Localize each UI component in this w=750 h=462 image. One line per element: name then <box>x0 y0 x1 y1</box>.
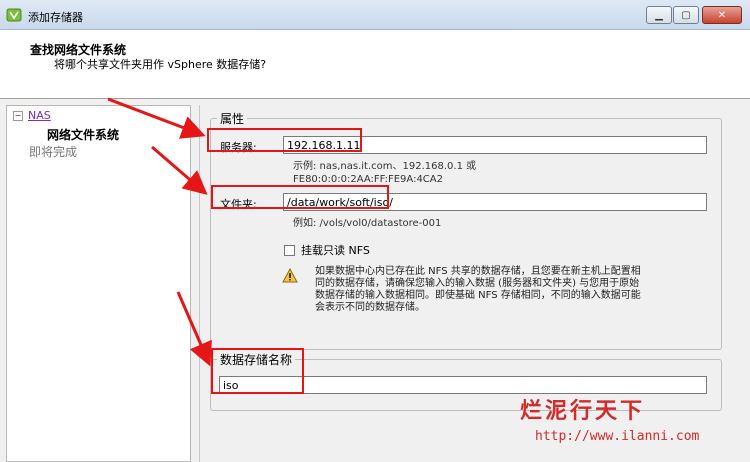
server-input[interactable]: 192.168.1.11 <box>283 136 707 154</box>
warning-line-1: 如果数据中心内已存在此 NFS 共享的数据存储，且您要在新主机上配置相 <box>315 266 641 277</box>
server-label: 服务器: <box>220 141 257 154</box>
properties-legend: 属性 <box>217 110 248 127</box>
watermark-url: http://www.ilanni.com <box>535 429 700 444</box>
wizard-steps: − NAS 网络文件系统 即将完成 <box>6 105 191 462</box>
maximize-button[interactable]: ▢ <box>673 6 699 24</box>
step-ready: 即将完成 <box>29 145 78 159</box>
readonly-label: 挂载只读 NFS <box>301 244 370 257</box>
window-title: 添加存储器 <box>28 11 83 24</box>
page-subtitle: 将哪个共享文件夹用作 vSphere 数据存储? <box>54 58 267 71</box>
warning-line-3: 数据存储的输入数据相同。即使基础 NFS 存储相同，不同的输入数据可能 <box>315 290 641 301</box>
maximize-icon: ▢ <box>681 9 691 21</box>
wizard-header: 查找网络文件系统 将哪个共享文件夹用作 vSphere 数据存储? <box>0 30 750 99</box>
readonly-checkbox[interactable]: 挂载只读 NFS <box>284 242 370 258</box>
step-nas-link[interactable]: NAS <box>28 109 51 122</box>
vsphere-logo-icon <box>6 8 22 22</box>
close-button[interactable]: ✕ <box>702 6 742 24</box>
properties-group: 属性 服务器: 192.168.1.11 示例: nas,nas.it.com、… <box>210 110 722 350</box>
minimize-button[interactable]: ▁ <box>646 6 672 24</box>
datastore-name-input[interactable]: iso <box>219 376 707 394</box>
warning-triangle-icon <box>282 268 298 283</box>
close-icon: ✕ <box>717 9 727 21</box>
folder-label: 文件夹: <box>220 198 257 211</box>
watermark-text: 烂泥行天下 <box>520 398 646 424</box>
datastore-name-group: 数据存储名称 iso <box>210 351 722 411</box>
warning-line-2: 同的数据存储，请确保您输入的输入数据 (服务器和文件夹) 与您用于原始 <box>315 278 640 289</box>
datastore-legend: 数据存储名称 <box>217 351 296 368</box>
checkbox-box[interactable] <box>284 244 295 256</box>
warning-line-4: 会表示不同的数据存储。 <box>315 302 425 313</box>
minimize-icon: ▁ <box>655 9 663 21</box>
server-hint-1: 示例: nas,nas.it.com、192.168.0.1 或 <box>293 161 477 172</box>
step-nfs: 网络文件系统 <box>47 128 120 142</box>
folder-hint: 例如: /vols/vol0/datastore-001 <box>293 218 442 229</box>
window-titlebar: 添加存储器 ▁ ▢ ✕ <box>0 0 750 30</box>
tree-collapse-icon[interactable]: − <box>13 111 23 121</box>
server-hint-2: FE80:0:0:0:2AA:FF:FE9A:4CA2 <box>293 174 443 185</box>
folder-input[interactable]: /data/work/soft/iso/ <box>283 193 707 211</box>
step-nas[interactable]: − NAS <box>13 109 51 122</box>
